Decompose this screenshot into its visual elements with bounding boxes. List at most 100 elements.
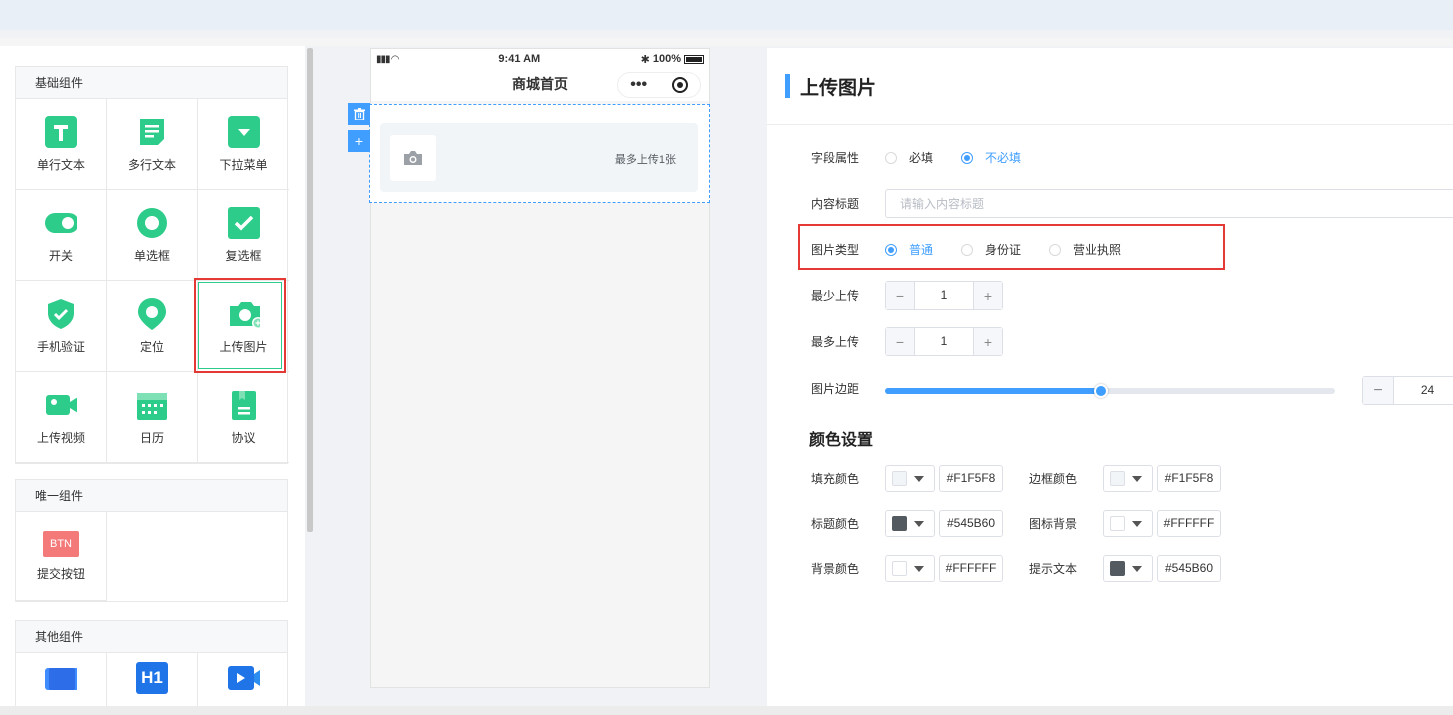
bluetooth-icon: ✱ — [640, 53, 650, 66]
color-icon-bg: 图标背景 #FFFFFF — [1029, 510, 1221, 537]
component-phone-verify[interactable]: 手机验证 — [16, 281, 107, 372]
image-type-label: 图片类型 — [811, 243, 860, 257]
stepper-value[interactable]: 1 — [914, 328, 974, 355]
panel-header: 上传图片 — [785, 73, 876, 99]
content-title-label: 内容标题 — [811, 197, 860, 211]
color-hex-input[interactable]: #FFFFFF — [1157, 510, 1221, 537]
calendar-icon — [136, 389, 168, 421]
signal-wifi-icon: ▮▮▮ ◠ — [376, 53, 399, 65]
component-checkbox[interactable]: 复选框 — [198, 190, 289, 281]
status-time: 9:41 AM — [498, 53, 541, 65]
delete-component-button[interactable] — [348, 103, 370, 125]
caret-down-icon — [914, 565, 924, 572]
color-hex-input[interactable]: #F1F5F8 — [1157, 465, 1221, 492]
component-label: 单选框 — [133, 248, 170, 263]
increment-button[interactable]: + — [974, 282, 1002, 309]
palette-scrollbar[interactable] — [307, 48, 313, 532]
max-upload-row: 最多上传 − 1 + — [811, 327, 1003, 356]
caret-down-icon — [1132, 475, 1142, 482]
max-upload-stepper: − 1 + — [885, 327, 1003, 356]
decrement-button[interactable]: − — [886, 328, 914, 355]
component-upload-image[interactable]: 上传图片 — [198, 281, 289, 372]
color-label: 图标背景 — [1029, 517, 1078, 531]
add-component-button[interactable]: + — [348, 130, 370, 152]
color-hex-input[interactable]: #545B60 — [1157, 555, 1221, 582]
radio-normal[interactable]: 普通 — [885, 241, 933, 258]
color-swatch — [1110, 471, 1125, 486]
component-single-line-text[interactable]: 单行文本 — [16, 99, 107, 190]
radio-required[interactable]: 必填 — [885, 149, 933, 166]
color-hex-input[interactable]: #FFFFFF — [939, 555, 1003, 582]
color-label: 标题颜色 — [811, 517, 860, 531]
radio-business-license[interactable]: 营业执照 — [1049, 241, 1121, 258]
close-target-icon[interactable] — [671, 77, 688, 93]
color-picker[interactable] — [1103, 510, 1153, 537]
image-margin-stepper: − 24 — [1362, 376, 1453, 405]
color-picker[interactable] — [885, 555, 935, 582]
component-submit-button[interactable]: BTN 提交按钮 — [16, 512, 107, 601]
component-label: 开关 — [48, 248, 73, 263]
component-location[interactable]: 定位 — [107, 281, 198, 372]
upload-image-preview[interactable]: 最多上传1张 — [369, 104, 710, 203]
content-title-input[interactable] — [885, 189, 1453, 218]
caret-down-icon — [1132, 565, 1142, 572]
component-agreement[interactable]: 协议 — [198, 372, 289, 463]
top-bar — [0, 0, 1453, 30]
image-type-row: 图片类型 普通 身份证 营业执照 — [811, 241, 1149, 258]
slider-fill — [885, 388, 1101, 394]
color-swatch — [1110, 516, 1125, 531]
color-swatch — [892, 471, 907, 486]
component-radio[interactable]: 单选框 — [107, 190, 198, 281]
more-icon[interactable]: ••• — [630, 77, 647, 93]
component-label: 单行文本 — [36, 157, 85, 172]
component-upload-video[interactable]: 上传视频 — [16, 372, 107, 463]
color-label: 边框颜色 — [1029, 472, 1078, 486]
component-video-player[interactable] — [198, 653, 289, 711]
color-border: 边框颜色 #F1F5F8 — [1029, 465, 1221, 492]
component-dropdown[interactable]: 下拉菜单 — [198, 99, 289, 190]
color-section-title: 颜色设置 — [809, 432, 874, 449]
decrement-button[interactable]: − — [886, 282, 914, 309]
color-swatch — [1110, 561, 1125, 576]
component-heading[interactable]: H1 — [107, 653, 198, 711]
color-picker[interactable] — [885, 510, 935, 537]
stepper-value[interactable]: 1 — [914, 282, 974, 309]
page-title: 商城首页 — [512, 76, 568, 92]
decrement-button[interactable]: − — [1363, 377, 1393, 404]
color-hex-input[interactable]: #545B60 — [939, 510, 1003, 537]
phone-nav-bar: 商城首页 ••• — [371, 69, 709, 101]
slider-handle[interactable] — [1094, 384, 1108, 398]
increment-button[interactable]: + — [974, 328, 1002, 355]
color-hex-input[interactable]: #F1F5F8 — [939, 465, 1003, 492]
upload-camera-box[interactable] — [390, 135, 436, 181]
component-label: 提交按钮 — [36, 566, 85, 581]
phone-preview: ▮▮▮ ◠ 9:41 AM ✱ 100% 商城首页 ••• 最多上传1张 — [369, 48, 710, 688]
color-picker[interactable] — [1103, 465, 1153, 492]
radio-label: 不必填 — [985, 151, 1022, 165]
group-title: 唯一组件 — [16, 480, 287, 512]
upload-area[interactable]: 最多上传1张 — [380, 123, 698, 192]
min-upload-label: 最少上传 — [811, 289, 860, 303]
component-calendar[interactable]: 日历 — [107, 372, 198, 463]
heading-icon: H1 — [136, 661, 168, 694]
stepper-value[interactable]: 24 — [1393, 377, 1453, 404]
trash-icon — [353, 108, 365, 120]
miniprogram-capsule: ••• — [617, 72, 701, 98]
color-label: 填充颜色 — [811, 472, 860, 486]
radio-not-required[interactable]: 不必填 — [961, 149, 1021, 166]
color-picker[interactable] — [885, 465, 935, 492]
submit-button-icon-badge: BTN — [50, 537, 72, 550]
dropdown-icon — [227, 115, 260, 148]
component-multi-line-text[interactable]: 多行文本 — [107, 99, 198, 190]
radio-id-card[interactable]: 身份证 — [961, 241, 1021, 258]
component-banner[interactable] — [16, 653, 107, 711]
color-picker[interactable] — [1103, 555, 1153, 582]
group-basic: 基础组件 单行文本 多行文本 下拉菜单 开关 单选框 复选框 手机验证 定位 上… — [15, 66, 289, 464]
multiline-text-icon — [136, 116, 168, 148]
color-fill: 填充颜色 #F1F5F8 — [811, 465, 1003, 492]
checkbox-icon — [227, 206, 260, 239]
properties-panel: 上传图片 字段属性 必填 不必填 内容标题 图片类型 普通 身份证 营业执照 最… — [767, 48, 1453, 708]
battery-status: ✱ 100% — [641, 53, 704, 66]
image-margin-slider[interactable] — [885, 384, 1335, 398]
component-switch[interactable]: 开关 — [16, 190, 107, 281]
